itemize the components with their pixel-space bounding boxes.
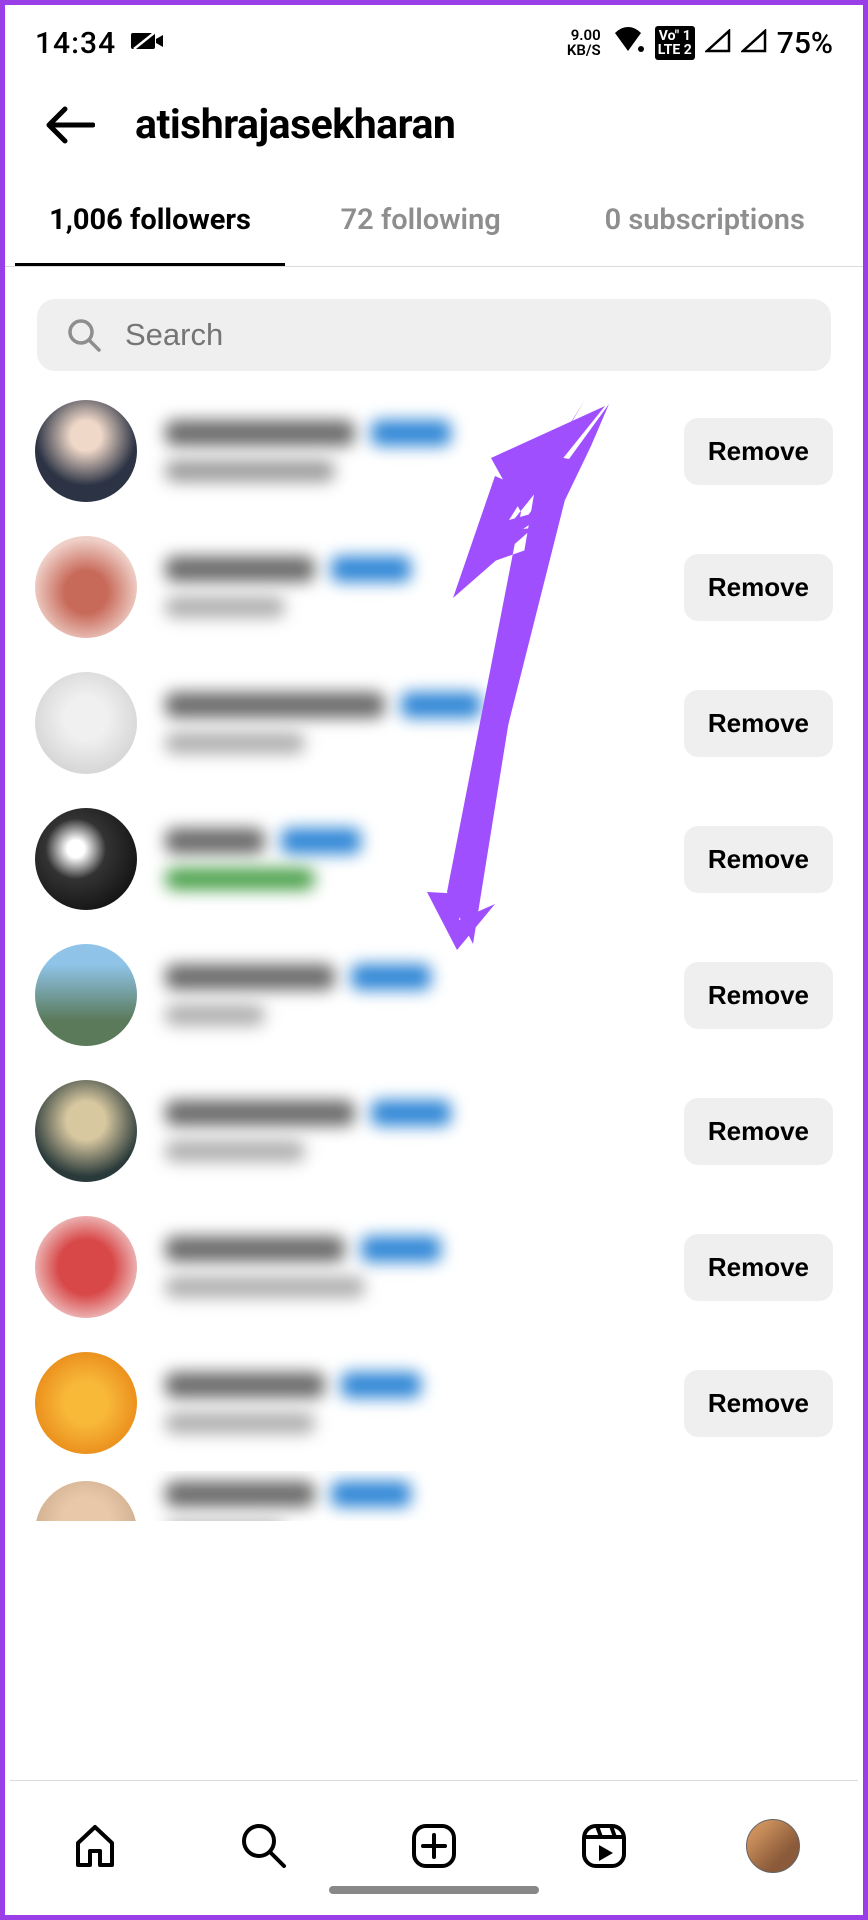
follow-link[interactable]	[281, 828, 361, 854]
nav-search[interactable]	[234, 1816, 294, 1876]
user-subtitle	[165, 732, 305, 754]
avatar[interactable]	[35, 672, 137, 774]
arrow-left-icon	[43, 103, 95, 147]
back-button[interactable]	[43, 99, 95, 151]
user-subtitle	[165, 1412, 315, 1434]
user-info	[165, 1236, 656, 1298]
username	[165, 420, 355, 446]
tabs: 1,006 followers 72 following 0 subscript…	[5, 175, 863, 267]
username	[165, 1100, 355, 1126]
username	[165, 828, 265, 854]
home-icon	[70, 1821, 120, 1871]
list-item[interactable]: Remove	[5, 519, 863, 655]
signal-icon-1	[705, 26, 731, 61]
avatar[interactable]	[35, 1352, 137, 1454]
nav-create[interactable]	[404, 1816, 464, 1876]
follow-link[interactable]	[401, 692, 481, 718]
username	[165, 692, 385, 718]
data-speed-icon: 9.00 KB/S	[567, 28, 601, 58]
user-info	[165, 556, 656, 618]
bottom-nav	[10, 1780, 858, 1910]
tab-followers[interactable]: 1,006 followers	[15, 175, 285, 266]
follow-link[interactable]	[351, 964, 431, 990]
nav-profile[interactable]	[743, 1816, 803, 1876]
followers-list[interactable]: Remove Remove Remove Remove Remove Remove Remo…	[5, 383, 863, 1521]
username	[165, 1372, 325, 1398]
signal-icon-2	[741, 26, 767, 61]
status-battery: 75%	[777, 26, 833, 61]
avatar[interactable]	[35, 1216, 137, 1318]
camera-off-icon	[130, 26, 164, 61]
user-info	[165, 1481, 833, 1521]
list-item[interactable]: Remove	[5, 1335, 863, 1471]
follow-link[interactable]	[331, 1481, 411, 1507]
remove-button[interactable]: Remove	[684, 1370, 833, 1437]
list-item[interactable]	[5, 1471, 863, 1521]
app-header: atishrajasekharan	[5, 75, 863, 175]
username	[165, 556, 315, 582]
user-subtitle	[165, 596, 285, 618]
remove-button[interactable]: Remove	[684, 826, 833, 893]
user-info	[165, 420, 656, 482]
list-item[interactable]: Remove	[5, 1063, 863, 1199]
remove-button[interactable]: Remove	[684, 1098, 833, 1165]
nav-home[interactable]	[65, 1816, 125, 1876]
avatar[interactable]	[35, 944, 137, 1046]
user-subtitle	[165, 868, 315, 890]
search-icon	[239, 1821, 289, 1871]
list-item[interactable]: Remove	[5, 655, 863, 791]
follow-link[interactable]	[361, 1236, 441, 1262]
follow-link[interactable]	[341, 1372, 421, 1398]
avatar[interactable]	[35, 400, 137, 502]
remove-button[interactable]: Remove	[684, 418, 833, 485]
follow-link[interactable]	[371, 420, 451, 446]
search-wrap	[5, 267, 863, 383]
avatar[interactable]	[35, 808, 137, 910]
remove-button[interactable]: Remove	[684, 554, 833, 621]
avatar[interactable]	[35, 1080, 137, 1182]
gesture-bar	[329, 1886, 539, 1894]
user-subtitle	[165, 1004, 265, 1026]
tab-following[interactable]: 72 following	[285, 175, 556, 266]
list-item[interactable]: Remove	[5, 791, 863, 927]
list-item[interactable]: Remove	[5, 927, 863, 1063]
status-bar: 14:34 9.00 KB/S Vo" 1 LTE 2 75%	[5, 5, 863, 75]
user-subtitle	[165, 1140, 305, 1162]
user-subtitle	[165, 1276, 365, 1298]
list-item[interactable]: Remove	[5, 1199, 863, 1335]
user-subtitle	[165, 460, 335, 482]
page-title: atishrajasekharan	[135, 101, 455, 149]
wifi-icon	[611, 26, 645, 61]
search-input[interactable]	[125, 317, 801, 353]
follow-link[interactable]	[371, 1100, 451, 1126]
search-box[interactable]	[37, 299, 831, 371]
remove-button[interactable]: Remove	[684, 1234, 833, 1301]
username	[165, 1481, 315, 1507]
user-info	[165, 964, 656, 1026]
lte-icon: Vo" 1 LTE 2	[655, 26, 695, 60]
user-info	[165, 1372, 656, 1434]
nav-reels[interactable]	[574, 1816, 634, 1876]
user-info	[165, 828, 656, 890]
remove-button[interactable]: Remove	[684, 690, 833, 757]
username	[165, 1236, 345, 1262]
status-time: 14:34	[35, 26, 116, 61]
list-item[interactable]: Remove	[5, 383, 863, 519]
user-info	[165, 692, 656, 754]
follow-link[interactable]	[331, 556, 411, 582]
user-info	[165, 1100, 656, 1162]
avatar[interactable]	[35, 536, 137, 638]
search-icon	[67, 318, 101, 352]
plus-square-icon	[409, 1821, 459, 1871]
avatar[interactable]	[35, 1481, 137, 1521]
remove-button[interactable]: Remove	[684, 962, 833, 1029]
username	[165, 964, 335, 990]
tab-subscriptions[interactable]: 0 subscriptions	[556, 175, 853, 266]
avatar-icon	[746, 1819, 800, 1873]
reels-icon	[579, 1821, 629, 1871]
